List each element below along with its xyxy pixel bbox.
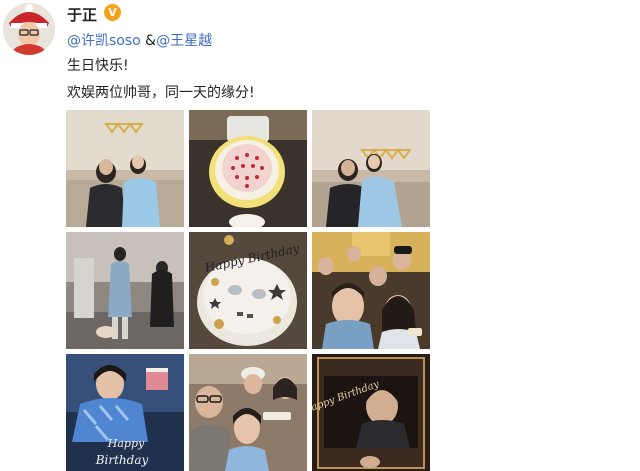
photo-6[interactable] [312,232,430,349]
mentions-line: @许凯soso &@王星越 [67,30,212,50]
photo-9[interactable]: Happy Birthday [312,354,430,471]
photo-8[interactable] [189,354,307,471]
post-text-line-1: 生日快乐! [67,58,129,74]
verified-badge-icon: V [104,4,121,21]
photo-1[interactable] [66,110,184,227]
post-text-line-2: 欢娱两位帅哥，同一天的缘分! [67,85,255,101]
author-name[interactable]: 于正 [67,4,97,25]
photo-grid: Happy Birthday Happy Birthday Happy Birt… [66,110,430,471]
photo-7[interactable]: Happy Birthday [66,354,184,471]
card-happy-text: Happy [107,437,145,450]
author-avatar[interactable] [3,3,55,55]
mention-separator: & [140,33,157,49]
photo-3[interactable] [312,110,430,227]
mention-wangxingyue[interactable]: @王星越 [156,33,212,49]
photo-5[interactable]: Happy Birthday [189,232,307,349]
mention-xukai[interactable]: @许凯soso [67,33,141,49]
photo-4[interactable] [66,232,184,349]
photo-2[interactable] [189,110,307,227]
card-birthday-text: Birthday [95,453,149,467]
